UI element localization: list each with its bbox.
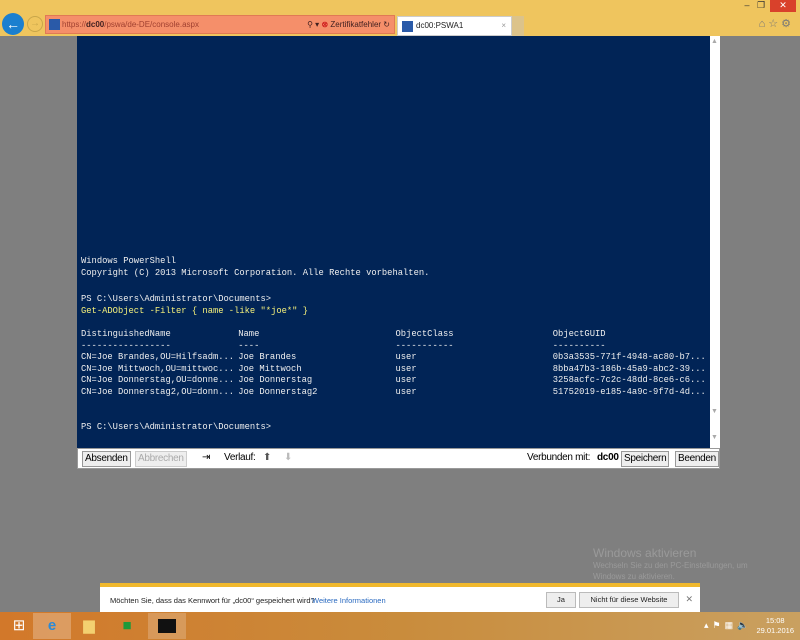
clock[interactable]: 15:08 29.01.2016	[756, 616, 794, 636]
table-row: CN=Joe Donnerstag2,OU=donn... Joe Donners…	[81, 387, 710, 399]
history-up-icon[interactable]: ⬆	[263, 452, 271, 463]
minimize-button[interactable]: –	[740, 0, 754, 12]
restore-button[interactable]: ❐	[754, 0, 768, 12]
cell: user	[395, 386, 417, 397]
tab-pswa[interactable]: dc00:PSWA1 ×	[397, 16, 512, 36]
cell: 0b3a3535-771f-4948-ac80-b7...	[552, 352, 706, 363]
gear-icon[interactable]: ⚙	[781, 18, 794, 30]
scroll-down-icon[interactable]: ▼	[711, 434, 718, 441]
column-header: Name	[238, 328, 260, 339]
cell: CN=Joe Donnerstag2,OU=donn...	[81, 386, 235, 397]
history-label: Verlauf:	[224, 452, 256, 463]
console-toolbar: Absenden Abbrechen ⇥ Verlauf: ⬆ ⬇ Verbun…	[77, 448, 720, 469]
separator: -----------	[395, 340, 454, 351]
url-prefix: https://	[62, 20, 87, 29]
search-icon[interactable]: ⚲ ▾	[307, 20, 319, 29]
separator: -----------------	[81, 340, 171, 351]
column-header: ObjectClass	[395, 328, 454, 339]
not-for-this-site-button[interactable]: Nicht für diese Website	[579, 592, 679, 608]
tab-complete-icon[interactable]: ⇥	[202, 452, 210, 463]
table-header: DistinguishedName Name ObjectClass ObjectGU…	[81, 329, 710, 341]
console-line: Copyright (C) 2013 Microsoft Corporation…	[81, 267, 430, 278]
column-header: DistinguishedName	[81, 328, 171, 339]
cert-error-label[interactable]: Zertifikatfehler	[330, 20, 381, 29]
console-prompt: PS C:\Users\Administrator\Documents>	[81, 294, 272, 305]
network-icon[interactable]: ▦	[725, 620, 738, 630]
cell: user	[395, 375, 417, 386]
watermark-line: Wechseln Sie zu den PC-Einstellungen, um	[593, 561, 748, 570]
new-tab-button[interactable]	[512, 16, 524, 36]
yes-button[interactable]: Ja	[546, 592, 576, 608]
column-header: ObjectGUID	[552, 328, 606, 339]
connected-label: Verbunden mit:	[527, 452, 591, 463]
cell: CN=Joe Brandes,OU=Hilfsadm...	[81, 352, 235, 363]
refresh-icon[interactable]: ↻	[383, 20, 390, 29]
clock-date: 29.01.2016	[756, 626, 794, 635]
taskbar: ⊞ e ▆ ■ ▴⚑▦🔈 15:08 29.01.2016	[0, 612, 800, 640]
cell: CN=Joe Donnerstag,OU=donne...	[81, 375, 235, 386]
powershell-tab-icon	[402, 21, 413, 32]
file-explorer-icon[interactable]: ▆	[70, 613, 108, 639]
cancel-button[interactable]: Abbrechen	[135, 451, 187, 467]
show-hidden-icons-icon[interactable]: ▴	[704, 620, 713, 630]
close-notification-icon[interactable]: ✕	[685, 594, 693, 605]
console-input-prompt[interactable]: PS C:\Users\Administrator\Documents>	[81, 422, 710, 434]
powershell-site-icon	[49, 19, 60, 30]
internet-explorer-icon[interactable]: e	[33, 613, 71, 639]
table-row: CN=Joe Brandes,OU=Hilfsadm... Joe Brandes…	[81, 352, 710, 364]
table-separator: ----------------- ---- ----------- --------…	[81, 341, 710, 353]
favorites-star-icon[interactable]: ☆	[768, 18, 781, 30]
console-line: Windows PowerShell	[81, 256, 177, 266]
close-button[interactable]: ✕	[770, 0, 796, 12]
more-info-link[interactable]: Weitere Informationen	[312, 596, 386, 605]
cert-error-icon: ⊗	[321, 20, 329, 29]
cell: 51752019-e185-4a9c-9f7d-4d...	[552, 386, 706, 397]
cell: CN=Joe Mittwoch,OU=mittwoc...	[81, 363, 235, 374]
cell: Joe Mittwoch	[238, 363, 302, 374]
volume-icon[interactable]: 🔈	[737, 620, 752, 630]
powershell-console-taskbar-icon[interactable]	[148, 613, 186, 639]
table-row: CN=Joe Mittwoch,OU=mittwoc... Joe Mittwoc…	[81, 364, 710, 376]
cell: Joe Donnerstag2	[238, 386, 318, 397]
cell: 3258acfc-7c2c-48dd-8ce6-c6...	[552, 375, 706, 386]
action-center-flag-icon[interactable]: ⚑	[713, 620, 725, 630]
separator: ----------	[552, 340, 606, 351]
cell: user	[395, 363, 417, 374]
cell: user	[395, 352, 417, 363]
submit-button[interactable]: Absenden	[82, 451, 131, 467]
address-bar[interactable]: https://dc00/pswa/de-DE/console.aspx ⚲ ▾…	[45, 15, 395, 34]
tab-title: dc00:PSWA1	[416, 21, 464, 30]
password-save-notification: Möchten Sie, dass das Kennwort für „dc00…	[100, 583, 700, 612]
browser-titlebar: – ❐ ✕ ← → https://dc00/pswa/de-DE/consol…	[0, 0, 800, 36]
cell: 8bba47b3-186b-45a9-abc2-39...	[552, 363, 706, 374]
forward-button[interactable]: →	[27, 16, 43, 32]
scroll-up-icon[interactable]: ▲	[711, 38, 718, 45]
activation-watermark: Windows aktivieren Wechseln Sie zu den P…	[593, 546, 748, 582]
url-host: dc00	[86, 20, 105, 29]
table-row: CN=Joe Donnerstag,OU=donne... Joe Donners…	[81, 375, 710, 387]
clock-time: 15:08	[765, 616, 785, 625]
exit-button[interactable]: Beenden	[675, 451, 719, 467]
console-command: Get-ADObject -Filter { name -like "*joe*…	[81, 305, 308, 316]
watermark-line: Windows zu aktivieren.	[593, 572, 675, 581]
home-icon[interactable]: ⌂	[759, 18, 769, 30]
url-path: /pswa/de-DE/console.aspx	[104, 20, 199, 29]
separator: ----	[238, 340, 260, 351]
powershell-console[interactable]: Windows PowerShell Copyright (C) 2013 Mi…	[77, 36, 710, 448]
cell: Joe Donnerstag	[238, 375, 313, 386]
back-button[interactable]: ←	[2, 13, 24, 35]
history-down-icon[interactable]: ⬇	[284, 452, 292, 463]
connected-host: dc00	[597, 452, 619, 463]
save-button[interactable]: Speichern	[621, 451, 670, 467]
store-icon[interactable]: ■	[108, 613, 146, 639]
console-scrollbar[interactable]: ▲ ▼ ▼	[710, 36, 720, 448]
watermark-title: Windows aktivieren	[593, 546, 697, 560]
cell: Joe Brandes	[238, 352, 297, 363]
close-tab-icon[interactable]: ×	[501, 17, 506, 35]
notification-text: Möchten Sie, dass das Kennwort für „dc00…	[110, 596, 315, 605]
scroll-down-icon[interactable]: ▼	[711, 408, 718, 415]
